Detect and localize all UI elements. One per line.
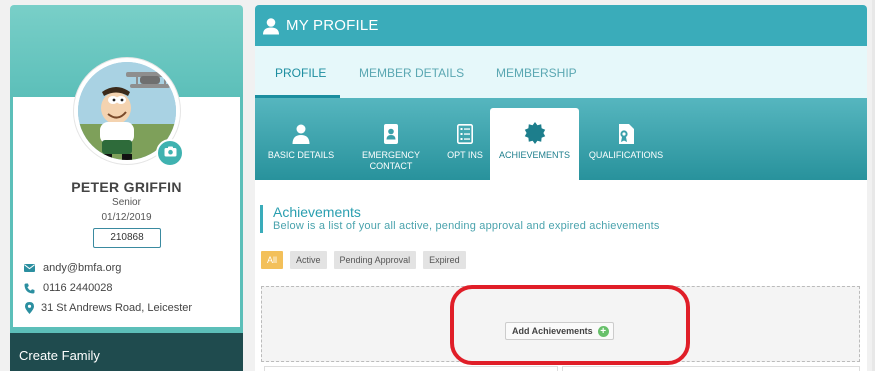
address-text: 31 St Andrews Road, Leicester (41, 302, 193, 314)
panel-title-bar: MY PROFILE (255, 5, 867, 46)
filter-active[interactable]: Active (290, 251, 327, 269)
tab-emergency-contact[interactable]: EMERGENCY CONTACT (355, 98, 427, 180)
page-title: MY PROFILE (286, 17, 379, 34)
certificate-icon (616, 122, 636, 144)
member-number-badge: 210868 (93, 228, 161, 248)
tab-basic-details[interactable]: BASIC DETAILS (263, 98, 339, 180)
contact-email[interactable]: andy@bmfa.org (22, 262, 121, 274)
sub-tabs: BASIC DETAILS EMERGENCY CONTACT OPT INS … (255, 98, 867, 180)
profile-date: 01/12/2019 (101, 212, 152, 223)
phone-text: 0116 2440028 (43, 282, 113, 294)
phone-icon (22, 283, 36, 294)
achievement-filters: All Active Pending Approval Expired (261, 251, 473, 269)
profile-card: PETER GRIFFIN Senior 01/12/2019 210868 a… (10, 5, 243, 371)
contact-book-icon (383, 122, 399, 144)
filter-all[interactable]: All (261, 251, 284, 269)
section-description: Below is a list of your all active, pend… (273, 220, 660, 232)
filter-expired[interactable]: Expired (423, 251, 466, 269)
change-photo-button[interactable] (156, 139, 184, 167)
tab-profile[interactable]: PROFILE (275, 66, 326, 80)
tab-qualifications[interactable]: QUALIFICATIONS (585, 98, 667, 180)
email-text: andy@bmfa.org (43, 262, 122, 274)
camera-icon (164, 144, 177, 162)
tab-opt-ins[interactable]: OPT INS (443, 98, 487, 180)
envelope-icon (22, 264, 36, 272)
badge-icon (524, 122, 546, 144)
contact-phone[interactable]: 0116 2440028 (22, 282, 113, 294)
person-icon (292, 122, 310, 144)
section-header: Achievements Below is a list of your all… (260, 205, 660, 233)
contact-address: 31 St Andrews Road, Leicester (22, 302, 192, 314)
main-tabs: PROFILE MEMBER DETAILS MEMBERSHIP (255, 46, 867, 98)
tab-achievements[interactable]: ACHIEVEMENTS (490, 108, 579, 180)
filter-pending-approval[interactable]: Pending Approval (333, 251, 417, 269)
achievements-section: Achievements Below is a list of your all… (255, 180, 867, 371)
add-achievements-dropzone: Add Achievements + (261, 286, 860, 362)
user-icon (262, 17, 280, 35)
profile-name: PETER GRIFFIN (71, 179, 182, 195)
tab-membership[interactable]: MEMBERSHIP (496, 66, 577, 80)
tab-member-details[interactable]: MEMBER DETAILS (359, 66, 464, 80)
section-title: Achievements (273, 204, 361, 220)
checklist-icon (457, 122, 473, 144)
create-family-button[interactable]: Create Family (10, 333, 243, 371)
map-pin-icon (22, 302, 36, 314)
profile-panel: MY PROFILE PROFILE MEMBER DETAILS MEMBER… (255, 5, 867, 371)
plus-icon: + (597, 325, 609, 337)
add-achievements-button[interactable]: Add Achievements + (505, 322, 614, 340)
profile-role: Senior (112, 197, 141, 208)
